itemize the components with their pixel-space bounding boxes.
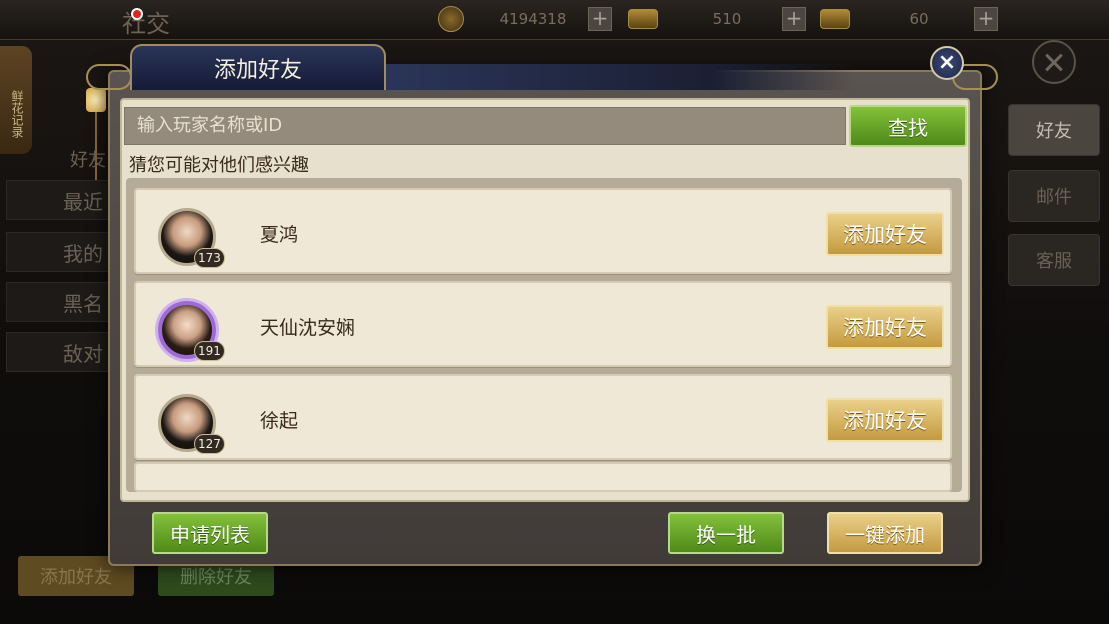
silver-ingot-icon	[628, 9, 658, 29]
refresh-button[interactable]: 换一批	[668, 512, 784, 554]
top-bar: 社交 4194318 + 510 + 60 +	[0, 0, 1109, 40]
search-button[interactable]: 查找	[849, 105, 967, 147]
player-name: 徐起	[260, 410, 299, 432]
currency-value: 4194318	[499, 10, 567, 28]
add-currency-button[interactable]: +	[782, 7, 806, 31]
search-input[interactable]: 输入玩家名称或ID	[124, 107, 846, 145]
add-currency-button[interactable]: +	[588, 7, 612, 31]
add-currency-button[interactable]: +	[974, 7, 998, 31]
side-tab-flower-record[interactable]: 鲜花记录	[0, 46, 32, 154]
bg-list-mine[interactable]: 我的	[6, 232, 116, 272]
currency-value: 60	[909, 10, 929, 28]
bg-list-enemy[interactable]: 敌对	[6, 332, 116, 372]
list-item: 191 天仙沈安娴 添加好友	[134, 281, 952, 367]
list-item: 173 夏鸿 添加好友	[134, 188, 952, 274]
bg-list-blacklist[interactable]: 黑名	[6, 282, 116, 322]
scroll-ornament-left	[86, 64, 132, 90]
bg-list-recent[interactable]: 最近	[6, 180, 116, 220]
player-name: 夏鸿	[260, 224, 299, 246]
dialog-title: 添加好友	[130, 44, 386, 90]
currency-silver: 510 +	[628, 6, 806, 32]
page-title: 社交	[122, 10, 170, 38]
notification-dot	[131, 8, 143, 20]
level-badge: 127	[194, 434, 225, 454]
close-button[interactable]: ×	[930, 46, 964, 80]
add-friend-button[interactable]: 添加好友	[826, 305, 944, 349]
close-icon: ×	[937, 50, 957, 75]
bg-list-friends[interactable]: 好友	[6, 144, 116, 174]
tab-friends[interactable]: 好友	[1008, 104, 1100, 156]
add-all-button[interactable]: 一键添加	[827, 512, 943, 554]
list-item: 127 徐起 添加好友	[134, 374, 952, 460]
add-friend-button[interactable]: 添加好友	[826, 398, 944, 442]
currency-value: 510	[712, 10, 742, 28]
dialog-title-strip	[384, 64, 854, 90]
gold-ingot-icon	[820, 9, 850, 29]
currency-gold: 60 +	[820, 6, 998, 32]
lantern-icon	[86, 88, 106, 112]
player-name: 天仙沈安娴	[260, 317, 356, 339]
apply-list-button[interactable]: 申请列表	[152, 512, 268, 554]
recommend-list[interactable]: 173 夏鸿 添加好友 191 天仙沈安娴 添加好友 127 徐起 添加好友	[126, 178, 962, 492]
add-friend-button[interactable]: 添加好友	[826, 212, 944, 256]
currency-copper: 4194318 +	[438, 6, 612, 32]
level-badge: 173	[194, 248, 225, 268]
bg-close-icon[interactable]	[1032, 40, 1076, 84]
tab-mail[interactable]: 邮件	[1008, 170, 1100, 222]
list-item-partial	[134, 462, 952, 492]
copper-coin-icon	[438, 6, 464, 32]
section-title: 猜您可能对他们感兴趣	[129, 155, 309, 176]
tab-service[interactable]: 客服	[1008, 234, 1100, 286]
level-badge: 191	[194, 341, 225, 361]
